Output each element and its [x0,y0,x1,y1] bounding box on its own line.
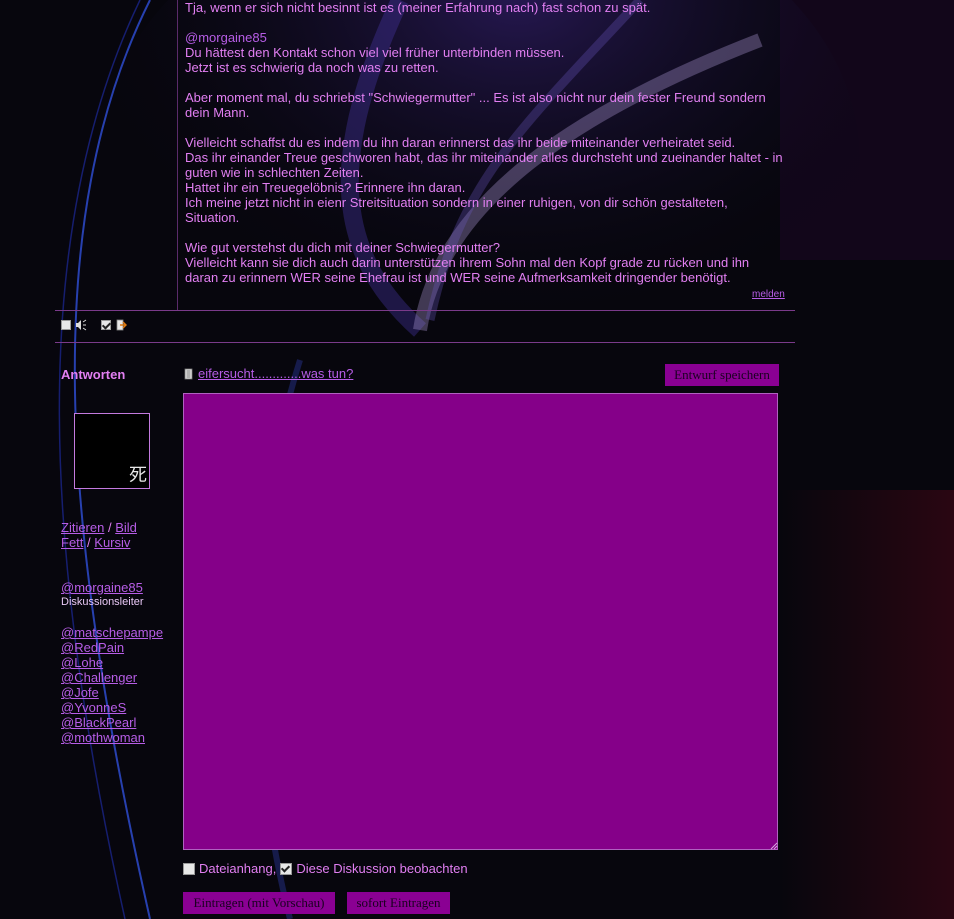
bold-link[interactable]: Fett [61,535,83,550]
mention-link[interactable]: @BlackPearl [61,715,163,730]
resize-grip-icon[interactable] [770,842,778,850]
save-draft-button[interactable]: Entwurf speichern [665,364,779,386]
moderator-role: Diskussionsleiter [61,596,144,608]
image-link[interactable]: Bild [115,520,137,535]
quote-link[interactable]: Zitieren [61,520,104,535]
post-line: Wie gut verstehst du dich mit deiner Sch… [185,240,501,255]
mention-link[interactable]: @Jofe [61,685,163,700]
post-line: Vielleicht schaffst du es indem du ihn d… [185,135,736,150]
speaker-icon[interactable] [75,319,87,331]
message-input[interactable] [183,393,778,850]
watch-checkbox[interactable] [280,862,293,875]
mention-link[interactable]: @matschepampe [61,625,163,640]
divider [55,342,795,343]
submit-with-preview-button[interactable]: Eintragen (mit Vorschau) [183,892,335,914]
avatar: 死 [74,413,150,489]
avatar-glyph: 死 [129,465,147,486]
mention-link[interactable]: @Lohe [61,655,163,670]
options-row: Dateianhang, Diese Diskussion beobachten [183,861,468,876]
separator: / [107,520,112,535]
post-line: Jetzt ist es schwierig da noch was zu re… [185,60,439,75]
post-line: Aber moment mal, du schriebst "Schwieger… [185,90,766,120]
post-line: Hattet ihr ein Treuegelöbnis? Erinnere i… [185,180,466,195]
attachment-label: Dateianhang, [199,861,277,876]
reply-heading: Antworten [61,367,126,382]
mention-link[interactable]: @mothwoman [61,730,163,745]
post-line: Vielleicht kann sie dich auch darin unte… [185,255,750,285]
thread-title-link[interactable]: eifersucht.............was tun? [198,366,353,381]
divider [55,310,795,311]
format-links: Zitieren / Bild Fett / Kursiv [61,520,137,550]
italic-link[interactable]: Kursiv [94,535,130,550]
mention-list: @morgaine85 Diskussionsleiter @matschepa… [61,580,163,745]
post-line: Du hättest den Kontakt schon viel viel f… [185,45,565,60]
report-link[interactable]: melden [752,289,785,300]
post-line: Das ihr einander Treue geschworen habt, … [185,150,783,180]
select-checkbox-checked[interactable] [101,320,111,330]
post-mention[interactable]: @morgaine85 [185,30,785,45]
mention-link-moderator[interactable]: @morgaine85 [61,580,143,595]
mention-link[interactable]: @YvonneS [61,700,163,715]
post-divider [177,0,178,310]
select-checkbox[interactable] [61,320,71,330]
thread-title: eifersucht.............was tun? [184,366,353,381]
mention-link[interactable]: @RedPain [61,640,163,655]
post-body: Tja, wenn er sich nicht besinnt ist es (… [185,0,785,285]
attachment-checkbox[interactable] [183,862,195,875]
post-toolbar [61,318,127,332]
separator: / [87,535,91,550]
document-icon [184,368,193,379]
post-line: Ich meine jetzt nicht in eienr Streitsit… [185,195,728,225]
watch-label: Diese Diskussion beobachten [296,861,468,876]
edit-note-icon[interactable] [115,319,127,331]
mention-link[interactable]: @Challenger [61,670,163,685]
submit-now-button[interactable]: sofort Eintragen [347,892,450,914]
post-line: Tja, wenn er sich nicht besinnt ist es (… [185,0,651,15]
